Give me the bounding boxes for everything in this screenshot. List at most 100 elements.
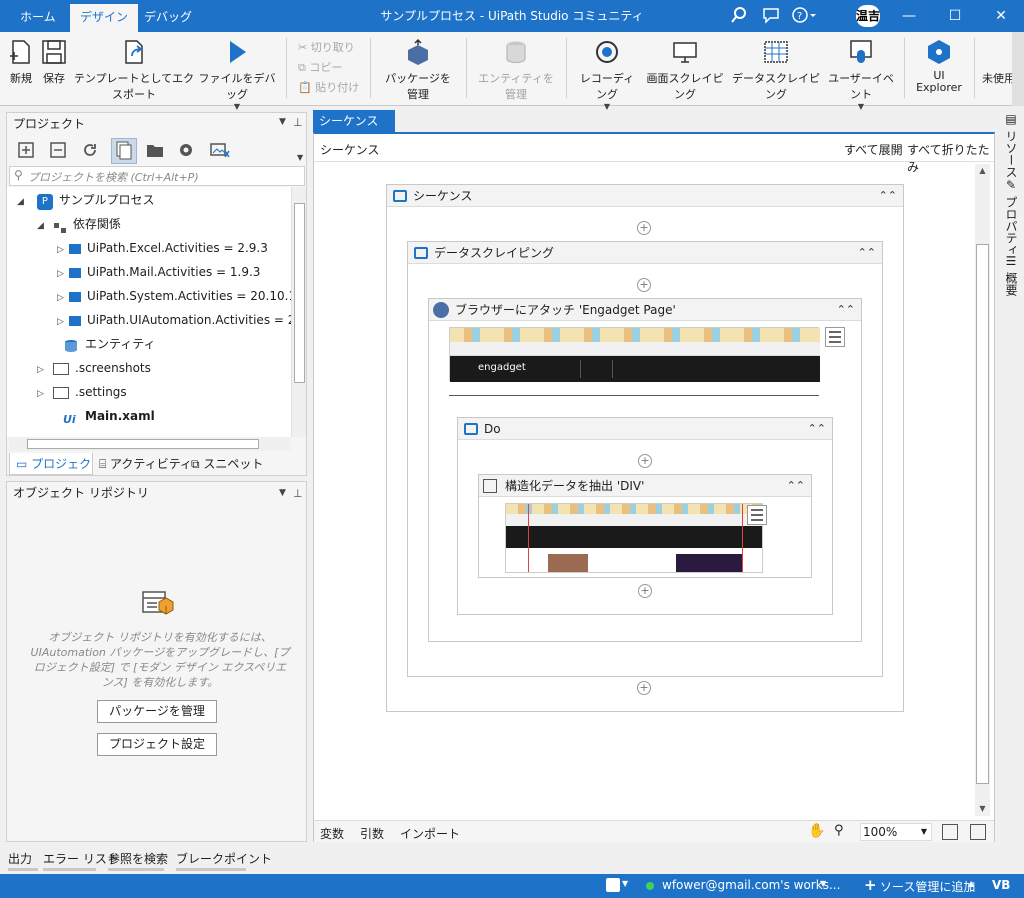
project-settings-button[interactable]: プロジェクト設定: [97, 733, 217, 756]
tab-debug[interactable]: デバッグ: [134, 4, 202, 32]
expand-all-icon[interactable]: [17, 141, 37, 161]
collapse-icon[interactable]: ⌃⌃: [879, 185, 897, 207]
hand-icon[interactable]: ✋: [808, 823, 825, 839]
user-workspace[interactable]: wfower@gmail.com's works...: [662, 878, 840, 892]
tab-project[interactable]: ▭ プロジェクト: [9, 453, 93, 493]
expand-arrow-icon[interactable]: ▷: [57, 311, 69, 333]
screen-scraping-button[interactable]: 画面スクレイピング: [644, 36, 726, 101]
collapse-arrow-icon[interactable]: ◢: [17, 191, 29, 213]
collapse-all-icon[interactable]: [49, 141, 69, 161]
folder-icon[interactable]: [145, 141, 165, 161]
tree-item-dependencies[interactable]: ◢ 依存関係: [37, 213, 121, 235]
pin-icon[interactable]: ⊥: [293, 116, 303, 129]
tree-item-settings[interactable]: ▷ .settings: [37, 381, 127, 403]
breadcrumb[interactable]: シーケンス: [320, 141, 379, 158]
tree-item-entities[interactable]: エンティティ: [51, 333, 156, 355]
manage-packages-button[interactable]: パッケージを管理: [97, 700, 217, 723]
recording-button[interactable]: レコーディング ▼: [576, 36, 638, 111]
gear-icon[interactable]: [177, 141, 197, 161]
chevron-down-icon[interactable]: ▼: [622, 879, 628, 888]
menu-icon[interactable]: [825, 327, 845, 347]
add-activity-icon[interactable]: +: [638, 584, 652, 598]
tab-output[interactable]: 出力: [8, 850, 32, 867]
tab-design[interactable]: デザイン: [70, 4, 139, 32]
sequence-activity[interactable]: シーケンス ⌃⌃ + + + データスクレイピング ⌃⌃ + ブラウザーにアタッチ …: [386, 184, 904, 712]
data-scraping-activity[interactable]: データスクレイピング ⌃⌃ + ブラウザーにアタッチ 'Engadget Page…: [407, 241, 883, 677]
avatar[interactable]: 温吉: [856, 5, 880, 27]
tab-sequence-doc[interactable]: シーケンス *✕: [313, 110, 395, 150]
vertical-scrollbar[interactable]: [291, 187, 306, 437]
arguments-tab[interactable]: 引数: [360, 825, 384, 842]
collapse-icon[interactable]: ⌃⌃: [858, 242, 876, 264]
collapse-arrow-icon[interactable]: ◢: [37, 215, 49, 237]
show-all-files-icon[interactable]: [111, 138, 137, 164]
add-activity-icon[interactable]: +: [637, 681, 651, 695]
tree-item-dependency[interactable]: ▷ UiPath.Mail.Activities = 1.9.3: [57, 261, 260, 283]
tab-find-references[interactable]: 参照を検索: [108, 850, 168, 867]
tree-item-dependency[interactable]: ▷ UiPath.UIAutomation.Activities = 20.10.…: [57, 309, 293, 331]
expand-all-link[interactable]: すべて展開: [844, 141, 903, 158]
close-icon[interactable]: ✕: [978, 0, 1024, 32]
paste-button[interactable]: 📋 貼り付け: [298, 78, 359, 98]
manage-entities-button[interactable]: エンティティを管理: [474, 36, 558, 101]
extract-data-activity[interactable]: 構造化データを抽出 'DIV' ⌃⌃: [478, 474, 812, 578]
feedback-icon[interactable]: [761, 6, 781, 26]
overview-icon[interactable]: [970, 824, 986, 840]
fit-to-screen-icon[interactable]: [942, 824, 958, 840]
add-to-source-control[interactable]: ソース管理に追加: [880, 878, 975, 895]
save-button[interactable]: 保存: [38, 36, 70, 100]
add-activity-icon[interactable]: +: [637, 221, 651, 235]
chevron-down-icon[interactable]: ▼: [820, 879, 826, 888]
help-icon[interactable]: ?: [791, 6, 817, 26]
expand-arrow-icon[interactable]: ▷: [57, 263, 69, 285]
user-events-button[interactable]: ユーザーイベント ▼: [826, 36, 896, 111]
minimize-icon[interactable]: —: [886, 0, 932, 32]
do-header[interactable]: Do ⌃⌃: [458, 418, 832, 440]
ui-explorer-button[interactable]: UI Explorer: [912, 36, 966, 100]
chevron-down-icon[interactable]: ▼: [279, 117, 286, 127]
chevron-up-icon[interactable]: ▲: [968, 879, 974, 888]
add-activity-icon[interactable]: +: [638, 454, 652, 468]
expand-arrow-icon[interactable]: ▷: [57, 287, 69, 309]
orchestrator-icon[interactable]: [606, 878, 620, 892]
chevron-up-icon[interactable]: ▲: [975, 164, 990, 178]
data-scraping-header[interactable]: データスクレイピング ⌃⌃: [408, 242, 882, 264]
attach-browser-header[interactable]: ブラウザーにアタッチ 'Engadget Page' ⌃⌃: [429, 299, 861, 321]
chevron-down-icon[interactable]: ▼: [279, 488, 286, 498]
chevron-down-icon[interactable]: ▼: [975, 802, 990, 816]
horizontal-scrollbar[interactable]: [9, 437, 291, 451]
zoom-select[interactable]: 100% ▼: [860, 823, 932, 841]
tree-item-dependency[interactable]: ▷ UiPath.System.Activities = 20.10.1: [57, 285, 293, 307]
copy-button[interactable]: ⧉ コピー: [298, 58, 342, 78]
sequence-header[interactable]: シーケンス ⌃⌃: [387, 185, 903, 207]
resources-tab[interactable]: ▤ リソース: [1000, 112, 1020, 178]
menu-icon[interactable]: [747, 505, 767, 525]
extract-data-header[interactable]: 構造化データを抽出 'DIV' ⌃⌃: [479, 475, 811, 497]
outline-tab[interactable]: ☰ 概要: [1000, 254, 1020, 296]
tree-item-main[interactable]: Ui Main.xaml: [51, 405, 155, 427]
export-template-button[interactable]: テンプレートとしてエクスポート: [72, 36, 196, 101]
image-settings-icon[interactable]: [209, 141, 231, 161]
tab-breakpoints[interactable]: ブレークポイント: [176, 850, 272, 867]
chevron-down-icon[interactable]: ▼: [297, 153, 303, 162]
zoom-icon[interactable]: ⚲: [834, 823, 844, 838]
expand-arrow-icon[interactable]: ▷: [57, 239, 69, 261]
tree-item-root[interactable]: ◢ P サンプルプロセス: [17, 189, 154, 211]
tree-item-dependency[interactable]: ▷ UiPath.Excel.Activities = 2.9.3: [57, 237, 268, 259]
expand-arrow-icon[interactable]: ▷: [37, 359, 49, 381]
variables-tab[interactable]: 変数: [320, 825, 344, 842]
search-icon[interactable]: [729, 6, 749, 26]
vertical-scrollbar[interactable]: ▲ ▼: [975, 164, 990, 816]
debug-file-button[interactable]: ファイルをデバッグ ▼: [198, 36, 276, 111]
add-activity-icon[interactable]: +: [637, 278, 651, 292]
manage-packages-button[interactable]: パッケージを管理: [380, 36, 456, 101]
tree-item-screenshots[interactable]: ▷ .screenshots: [37, 357, 151, 379]
collapse-icon[interactable]: ⌃⌃: [808, 418, 826, 440]
collapse-icon[interactable]: ⌃⌃: [787, 475, 805, 497]
ribbon-scroll[interactable]: [1012, 32, 1024, 106]
project-search-input[interactable]: ⚲ プロジェクトを検索 (Ctrl+Alt+P): [9, 166, 305, 186]
cut-button[interactable]: ✂ 切り取り: [298, 38, 355, 58]
do-activity[interactable]: Do ⌃⌃ + + 構造化データを抽出 'DIV' ⌃⌃: [457, 417, 833, 615]
tab-home[interactable]: ホーム: [10, 4, 66, 32]
collapse-icon[interactable]: ⌃⌃: [837, 299, 855, 321]
